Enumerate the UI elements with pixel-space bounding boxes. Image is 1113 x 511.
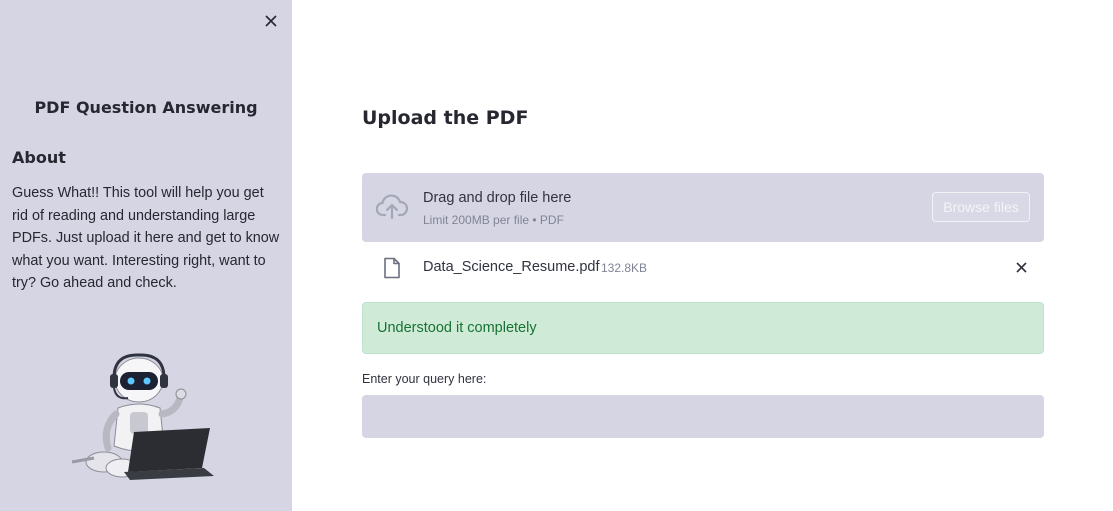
- cloud-upload-icon: [376, 194, 408, 220]
- uploaded-file-row: Data_Science_Resume.pdf 132.8KB: [362, 254, 1044, 284]
- close-icon: [1015, 261, 1027, 273]
- sidebar-title: PDF Question Answering: [34, 98, 258, 117]
- remove-file-button[interactable]: [1012, 258, 1030, 276]
- about-text: Guess What!! This tool will help you get…: [12, 185, 280, 291]
- uploaded-file-name: Data_Science_Resume.pdf: [423, 259, 600, 275]
- file-dropzone[interactable]: Drag and drop file here Limit 200MB per …: [362, 173, 1044, 242]
- sidebar: PDF Question Answering About Guess What!…: [0, 0, 292, 511]
- query-input[interactable]: [362, 395, 1044, 438]
- page-title: Upload the PDF: [362, 107, 529, 129]
- browse-files-button[interactable]: Browse files: [932, 192, 1030, 222]
- success-alert: Understood it completely: [362, 302, 1044, 354]
- dropzone-limit: Limit 200MB per file • PDF: [423, 213, 564, 227]
- file-icon: [384, 257, 400, 279]
- uploaded-file-size: 132.8KB: [601, 261, 648, 275]
- query-label: Enter your query here:: [362, 372, 487, 386]
- sidebar-close-button[interactable]: [260, 10, 282, 32]
- dropzone-instruction: Drag and drop file here: [423, 190, 572, 206]
- about-heading: About: [12, 148, 66, 167]
- robot-illustration: [71, 353, 214, 480]
- success-message: Understood it completely: [377, 320, 537, 336]
- close-icon: [265, 15, 277, 27]
